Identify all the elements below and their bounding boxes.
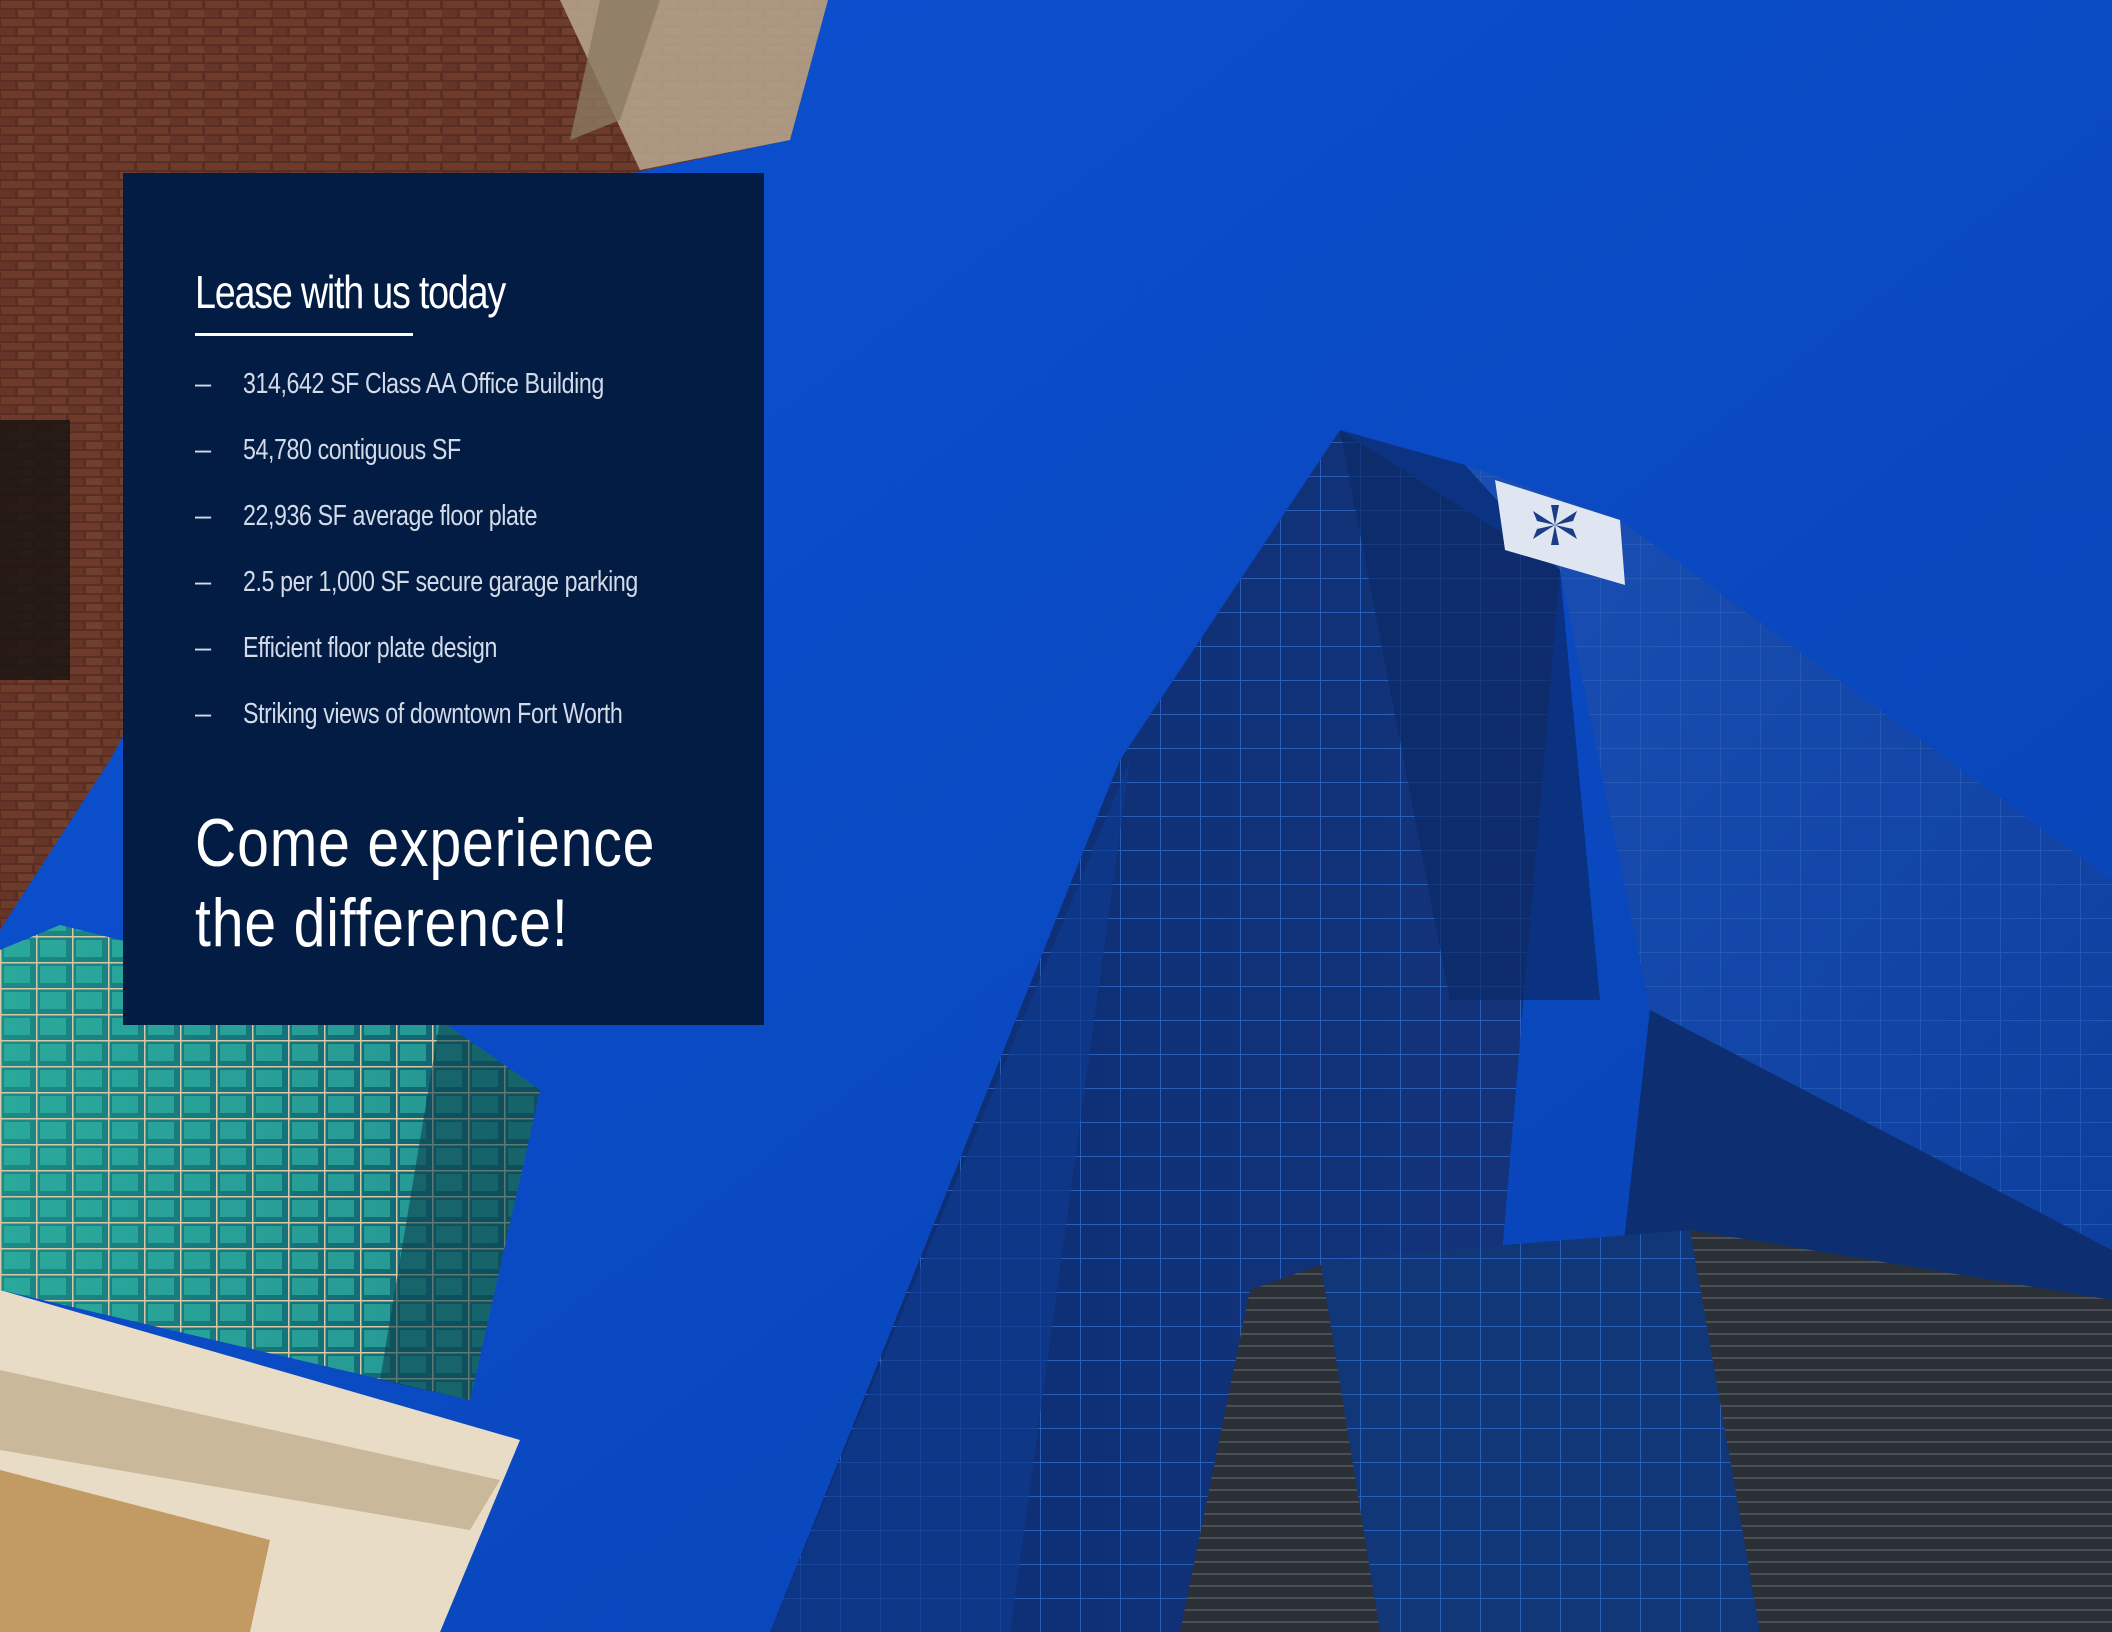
panel-title: Lease with us today <box>195 266 506 318</box>
list-item: – Striking views of downtown Fort Worth <box>195 681 737 747</box>
bullet-dash: – <box>195 367 212 400</box>
feature-text: 22,936 SF average floor plate <box>243 499 538 532</box>
list-item: – 314,642 SF Class AA Office Building <box>195 351 737 417</box>
feature-text: 2.5 per 1,000 SF secure garage parking <box>243 565 638 598</box>
title-underline <box>195 333 413 336</box>
cta-line-1: Come experience <box>195 805 656 881</box>
cta-line-2: the difference! <box>195 885 569 961</box>
list-item: – Efficient floor plate design <box>195 615 737 681</box>
feature-text: Striking views of downtown Fort Worth <box>243 697 623 730</box>
feature-text: 314,642 SF Class AA Office Building <box>243 367 604 400</box>
bullet-dash: – <box>195 697 212 730</box>
feature-text: 54,780 contiguous SF <box>243 433 461 466</box>
feature-list: – 314,642 SF Class AA Office Building – … <box>195 351 737 747</box>
list-item: – 22,936 SF average floor plate <box>195 483 737 549</box>
list-item: – 54,780 contiguous SF <box>195 417 737 483</box>
call-to-action-heading: Come experience the difference! <box>195 803 655 963</box>
bullet-dash: – <box>195 565 212 598</box>
list-item: – 2.5 per 1,000 SF secure garage parking <box>195 549 737 615</box>
bullet-dash: – <box>195 631 212 664</box>
bullet-dash: – <box>195 433 212 466</box>
feature-text: Efficient floor plate design <box>243 631 498 664</box>
lease-info-panel: Lease with us today – 314,642 SF Class A… <box>123 173 764 1025</box>
bullet-dash: – <box>195 499 212 532</box>
